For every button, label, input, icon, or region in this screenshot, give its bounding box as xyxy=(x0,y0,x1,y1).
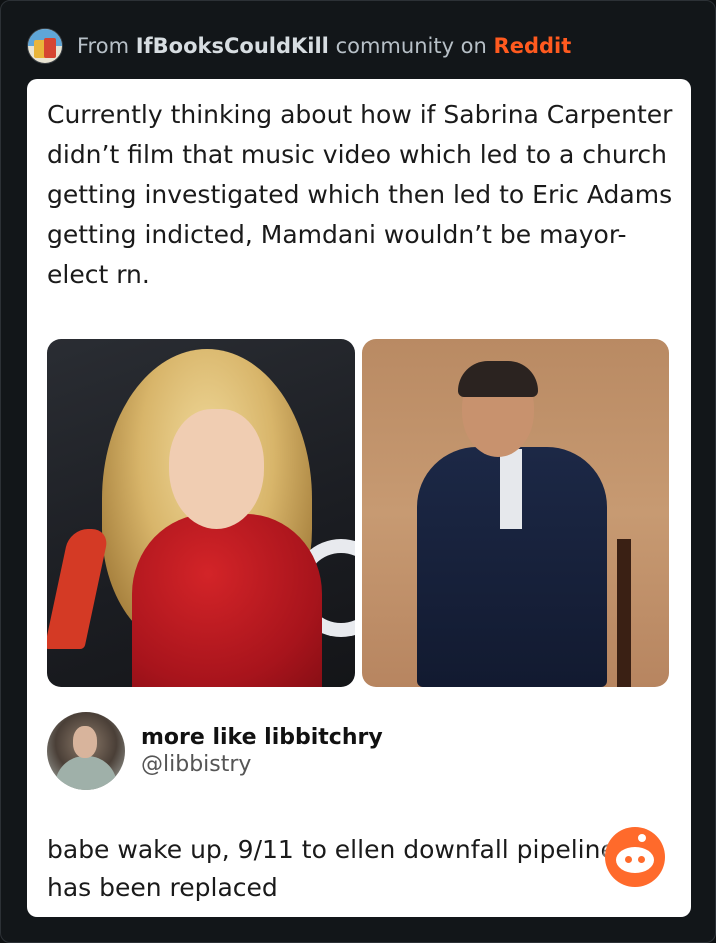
reddit-snoo-icon[interactable] xyxy=(605,827,665,887)
photo-mamdani xyxy=(361,339,669,687)
reddit-link[interactable]: Reddit xyxy=(494,34,572,58)
header-middle: community on xyxy=(335,34,487,58)
photo-sabrina-carpenter xyxy=(47,339,355,687)
embed-frame: From IfBooksCouldKill community on Reddi… xyxy=(0,0,716,943)
header-prefix: From xyxy=(77,34,130,58)
reply-text: babe wake up, 9/11 to ellen downfall pip… xyxy=(47,835,616,902)
author-avatar xyxy=(47,712,125,790)
header-source-line: From IfBooksCouldKill community on Reddi… xyxy=(77,34,571,58)
author-handle: @libbistry xyxy=(141,752,252,777)
author-name: more like libbitchry xyxy=(141,725,383,750)
reply-author: more like libbitchry @libbistry xyxy=(47,711,383,791)
post-images xyxy=(47,339,669,687)
post-text: Currently thinking about how if Sabrina … xyxy=(47,100,673,289)
embed-header: From IfBooksCouldKill community on Reddi… xyxy=(27,28,571,64)
post-card[interactable]: Currently thinking about how if Sabrina … xyxy=(27,79,691,917)
community-avatar-icon[interactable] xyxy=(27,28,63,64)
community-link[interactable]: IfBooksCouldKill xyxy=(136,34,329,58)
